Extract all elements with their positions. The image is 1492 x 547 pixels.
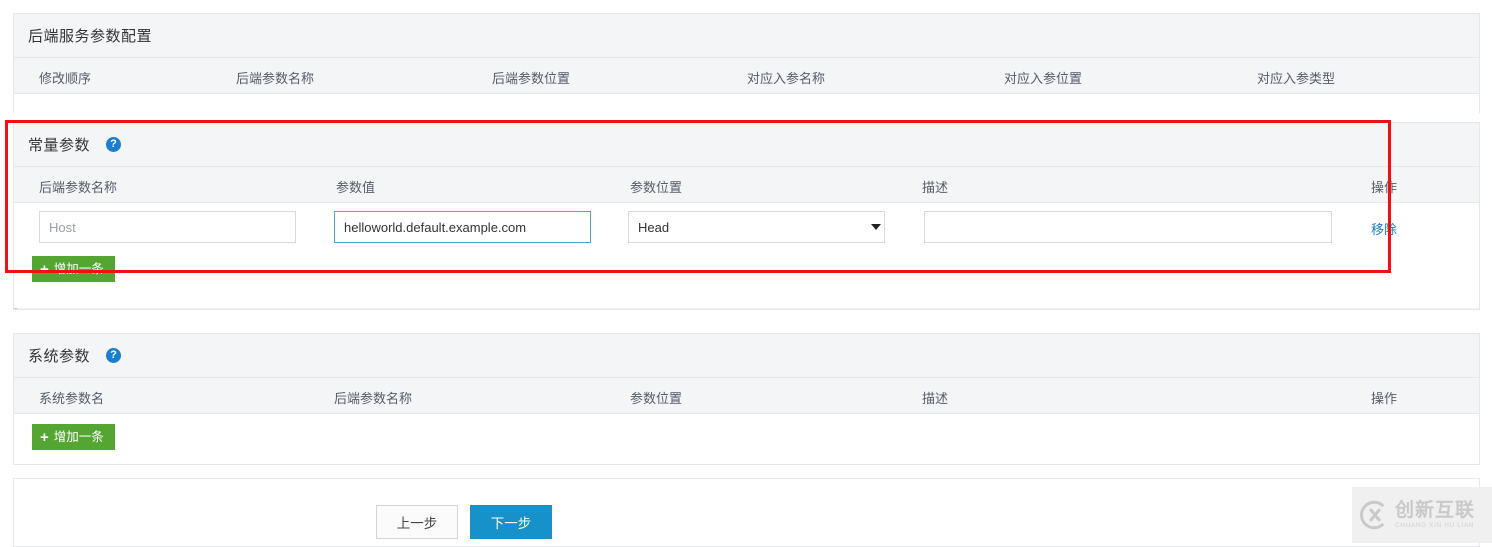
backend-empty-row: [14, 94, 1479, 113]
column-header-system-param-name: 系统参数名: [39, 391, 105, 406]
column-header-description: 描述: [922, 180, 949, 195]
system-panel-title: 系统参数: [28, 348, 91, 365]
constant-param-name-input[interactable]: [39, 211, 296, 243]
constant-param-position-select[interactable]: HeadQueryPath: [628, 211, 885, 243]
column-header-mapped-param-type: 对应入参类型: [1257, 71, 1336, 86]
column-header-param-position: 参数位置: [630, 180, 683, 195]
column-header-backend-param-position: 后端参数位置: [492, 71, 571, 86]
column-header-action: 操作: [1371, 391, 1398, 406]
constant-column-header-row: 后端参数名称 参数值 参数位置 描述 操作: [14, 167, 1479, 203]
system-column-header-row: 系统参数名 后端参数名称 参数位置 描述 操作: [14, 378, 1479, 414]
constant-params-panel: 常量参数 ? 后端参数名称 参数值 参数位置 描述 操作 HeadQueryPa…: [13, 122, 1480, 310]
constant-param-description-input[interactable]: [924, 211, 1332, 243]
constant-param-row: HeadQueryPath 移除: [14, 203, 1479, 250]
wizard-footer-panel: 上一步 下一步: [13, 478, 1480, 547]
system-add-row: + 增加一条: [14, 414, 1479, 464]
column-header-backend-param-name: 后端参数名称: [334, 391, 413, 406]
watermark-cn: 创新互联: [1395, 498, 1476, 521]
backend-panel-header: 后端服务参数配置: [14, 14, 1479, 58]
watermark-text: 创新互联 CHUANG XIN HU LIAN: [1395, 498, 1476, 530]
next-step-button[interactable]: 下一步: [470, 505, 552, 539]
system-params-panel: 系统参数 ? 系统参数名 后端参数名称 参数位置 描述 操作 + 增加一条: [13, 333, 1480, 465]
system-add-label: 增加一条: [53, 430, 104, 444]
watermark-logo: 创新互联 CHUANG XIN HU LIAN: [1352, 487, 1492, 543]
column-header-param-position: 参数位置: [630, 391, 683, 406]
backend-panel-title: 后端服务参数配置: [28, 28, 153, 45]
backend-service-params-panel: 后端服务参数配置 修改顺序 后端参数名称 后端参数位置 对应入参名称 对应入参位…: [13, 13, 1480, 113]
constant-add-label: 增加一条: [53, 262, 104, 276]
question-circle-icon[interactable]: ?: [106, 348, 121, 363]
constant-param-remove-link[interactable]: 移除: [1371, 219, 1397, 238]
column-header-description: 描述: [922, 391, 949, 406]
constant-add-row: + 增加一条: [14, 250, 1479, 308]
cx-logo-icon: [1357, 498, 1391, 532]
constant-panel-title: 常量参数: [28, 137, 91, 154]
constant-panel-header: 常量参数 ?: [14, 123, 1479, 167]
column-header-mapped-param-name: 对应入参名称: [747, 71, 826, 86]
watermark-en: CHUANG XIN HU LIAN: [1395, 521, 1475, 529]
plus-icon: +: [40, 261, 49, 278]
system-panel-header: 系统参数 ?: [14, 334, 1479, 378]
prev-step-button[interactable]: 上一步: [376, 505, 458, 539]
column-header-backend-param-name: 后端参数名称: [236, 71, 315, 86]
constant-add-button[interactable]: + 增加一条: [32, 256, 115, 282]
column-header-param-value: 参数值: [336, 180, 376, 195]
plus-icon: +: [40, 429, 49, 446]
column-header-modify-order: 修改顺序: [39, 71, 92, 86]
question-circle-icon[interactable]: ?: [106, 137, 121, 152]
column-header-mapped-param-position: 对应入参位置: [1004, 71, 1083, 86]
system-add-button[interactable]: + 增加一条: [32, 424, 115, 450]
backend-column-header-row: 修改顺序 后端参数名称 后端参数位置 对应入参名称 对应入参位置 对应入参类型: [14, 58, 1479, 94]
constant-param-value-input[interactable]: [334, 211, 591, 243]
column-header-action: 操作: [1371, 180, 1398, 195]
backend-service-param-config-page: 后端服务参数配置 修改顺序 后端参数名称 后端参数位置 对应入参名称 对应入参位…: [0, 0, 1492, 547]
column-header-backend-param-name: 后端参数名称: [39, 180, 118, 195]
